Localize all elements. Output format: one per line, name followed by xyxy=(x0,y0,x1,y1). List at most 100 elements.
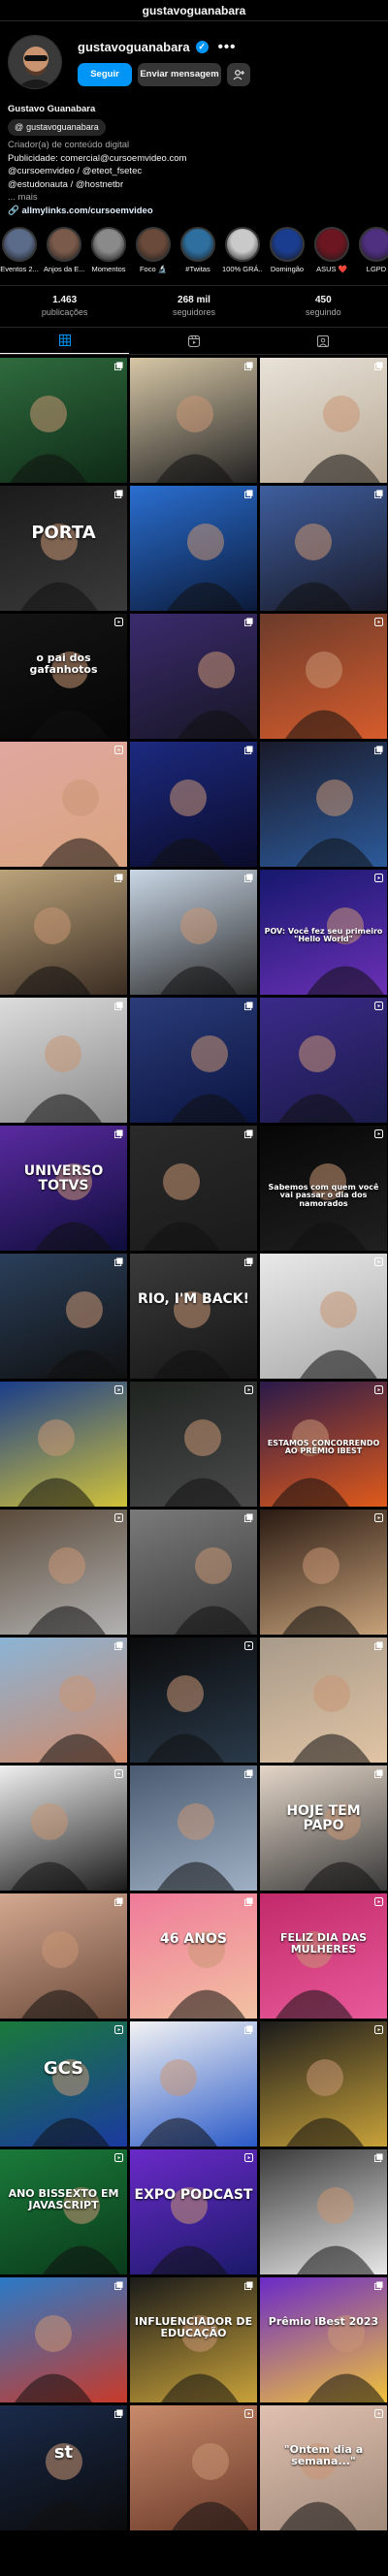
add-person-button[interactable] xyxy=(227,63,250,86)
post-thumbnail[interactable]: FELIZ DIA DAS MULHERES xyxy=(260,1893,387,2019)
post-thumbnail[interactable] xyxy=(130,1638,257,1763)
highlight-item[interactable]: ASUS ❤️ xyxy=(312,227,351,273)
highlight-item[interactable]: 100% GRÁ... xyxy=(222,227,263,273)
post-thumbnail[interactable] xyxy=(0,1382,127,1507)
post-thumbnail[interactable]: UNIVERSO TOTVS xyxy=(0,1126,127,1251)
reel-badge-icon xyxy=(374,1002,383,1010)
post-thumbnail[interactable] xyxy=(130,2405,257,2530)
post-thumbnail[interactable] xyxy=(0,358,127,483)
post-thumbnail[interactable] xyxy=(0,998,127,1123)
post-thumbnail[interactable] xyxy=(130,2021,257,2147)
post-overlay-text: PORTA xyxy=(31,523,96,543)
post-thumbnail[interactable] xyxy=(0,1893,127,2019)
tab-posts[interactable] xyxy=(0,328,130,354)
post-thumbnail[interactable]: st xyxy=(0,2405,127,2530)
carousel-badge-icon xyxy=(244,362,253,370)
tab-reels[interactable] xyxy=(129,328,258,354)
post-thumbnail[interactable]: EXPO PODCAST xyxy=(130,2149,257,2274)
stats-bar: 1.463 publicações 268 mil seguidores 450 se… xyxy=(0,285,388,328)
highlight-item[interactable]: #Twitas xyxy=(178,227,217,273)
post-thumbnail[interactable]: PORTA xyxy=(0,486,127,611)
highlight-item[interactable]: LGPD xyxy=(357,227,388,273)
post-thumbnail[interactable]: INFLUENCIADOR DE EDUCAÇÃO xyxy=(130,2277,257,2402)
post-thumbnail[interactable]: GCS xyxy=(0,2021,127,2147)
highlight-label: Anjos da E... xyxy=(44,265,84,273)
highlight-item[interactable]: Eventos 2... xyxy=(0,227,39,273)
post-thumbnail[interactable] xyxy=(130,1510,257,1635)
highlight-label: Foco 🔬 xyxy=(139,265,168,273)
post-thumbnail[interactable] xyxy=(260,1254,387,1379)
post-thumbnail[interactable]: Sabemos com quem você vai passar o dia d… xyxy=(260,1126,387,1251)
avatar[interactable] xyxy=(8,35,62,89)
post-thumbnail[interactable]: Prêmio iBest 2023 xyxy=(260,2277,387,2402)
post-image xyxy=(39,1675,116,1763)
post-image xyxy=(293,1675,371,1763)
post-thumbnail[interactable] xyxy=(0,1638,127,1763)
post-thumbnail[interactable] xyxy=(260,1510,387,1635)
post-thumbnail[interactable] xyxy=(260,998,387,1123)
post-thumbnail[interactable] xyxy=(130,486,257,611)
highlight-item[interactable]: Domingão xyxy=(268,227,307,273)
post-thumbnail[interactable] xyxy=(0,1765,127,1891)
post-image xyxy=(24,1035,102,1123)
post-thumbnail[interactable]: o pai dos gafanhotos xyxy=(0,614,127,739)
reel-badge-icon xyxy=(374,1897,383,1906)
post-thumbnail[interactable] xyxy=(260,2149,387,2274)
link-icon: 🔗 xyxy=(8,205,22,216)
post-thumbnail[interactable] xyxy=(130,614,257,739)
post-thumbnail[interactable] xyxy=(0,742,127,867)
post-thumbnail[interactable] xyxy=(260,1638,387,1763)
highlight-label: #Twitas xyxy=(185,265,210,273)
post-thumbnail[interactable]: POV: Você fez seu primeiro "Hello World" xyxy=(260,870,387,995)
stat-following[interactable]: 450 seguindo xyxy=(259,295,388,318)
post-thumbnail[interactable] xyxy=(130,358,257,483)
post-image xyxy=(20,524,98,611)
post-thumbnail[interactable] xyxy=(0,870,127,995)
post-overlay-text: Prêmio iBest 2023 xyxy=(268,2315,379,2328)
post-thumbnail[interactable] xyxy=(130,1382,257,1507)
more-options-icon[interactable]: ••• xyxy=(218,39,237,55)
post-image xyxy=(161,2315,239,2402)
post-image xyxy=(175,1547,252,1635)
post-thumbnail[interactable]: RIO, I'M BACK! xyxy=(130,1254,257,1379)
carousel-badge-icon xyxy=(114,1897,123,1906)
tab-tagged[interactable] xyxy=(259,328,388,354)
post-thumbnail[interactable]: ANO BISSEXTO EM JAVASCRIPT xyxy=(0,2149,127,2274)
post-thumbnail[interactable] xyxy=(130,870,257,995)
post-thumbnail[interactable] xyxy=(130,1765,257,1891)
post-thumbnail[interactable]: HOJE TEM PAPO xyxy=(260,1765,387,1891)
post-thumbnail[interactable] xyxy=(260,2021,387,2147)
post-thumbnail[interactable] xyxy=(260,486,387,611)
post-thumbnail[interactable] xyxy=(130,1126,257,1251)
highlight-item[interactable]: Anjos da E... xyxy=(44,227,84,273)
carousel-badge-icon xyxy=(244,874,253,882)
carousel-badge-icon xyxy=(374,490,383,498)
post-thumbnail[interactable] xyxy=(260,742,387,867)
post-thumbnail[interactable]: 46 ANOS xyxy=(130,1893,257,2019)
highlight-item[interactable]: Foco 🔬 xyxy=(134,227,173,273)
post-thumbnail[interactable]: ESTAMOS CONCORRENDO AO PRÊMIO IBEST xyxy=(260,1382,387,1507)
message-button[interactable]: Enviar mensagem xyxy=(138,63,221,86)
post-thumbnail[interactable] xyxy=(0,1510,127,1635)
threads-badge[interactable]: @ gustavoguanabara xyxy=(8,118,106,136)
highlight-cover xyxy=(359,227,388,262)
highlight-cover xyxy=(91,227,126,262)
post-thumbnail[interactable] xyxy=(260,614,387,739)
bio-more[interactable]: ... mais xyxy=(8,191,380,205)
stat-followers[interactable]: 268 mil seguidores xyxy=(129,295,258,318)
post-thumbnail[interactable] xyxy=(130,742,257,867)
post-overlay-text: Sabemos com quem você vai passar o dia d… xyxy=(268,1183,379,1208)
carousel-badge-icon xyxy=(244,490,253,498)
post-thumbnail[interactable] xyxy=(260,358,387,483)
post-thumbnail[interactable] xyxy=(130,998,257,1123)
profile-link[interactable]: 🔗 allmylinks.com/cursoemvideo xyxy=(8,205,380,218)
reel-badge-icon xyxy=(374,2409,383,2418)
post-thumbnail[interactable] xyxy=(0,2277,127,2402)
highlight-item[interactable]: Momentos xyxy=(89,227,128,273)
post-thumbnail[interactable] xyxy=(0,1254,127,1379)
post-thumbnail[interactable]: "Ontem dia a semana..." xyxy=(260,2405,387,2530)
follow-button[interactable]: Seguir xyxy=(78,63,132,86)
reel-badge-icon xyxy=(114,1513,123,1522)
post-image xyxy=(153,1291,231,1379)
post-image xyxy=(286,2059,364,2147)
